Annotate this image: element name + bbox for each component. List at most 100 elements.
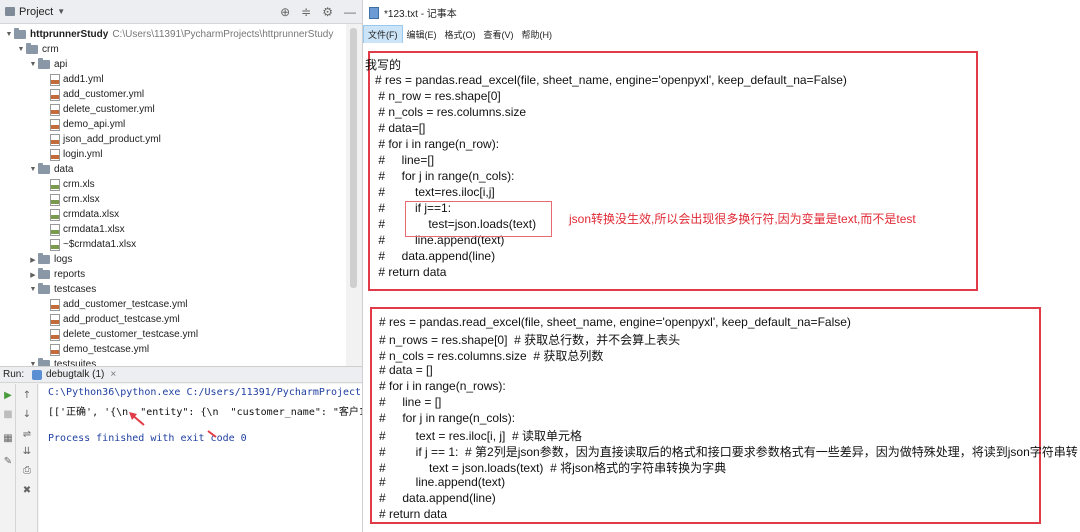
scroll-end-icon[interactable]: ⇊ — [22, 447, 32, 457]
down-arrow-icon[interactable]: ↓ — [22, 410, 32, 420]
tree-file[interactable]: demo_testcase.yml — [50, 342, 149, 357]
gear-icon[interactable]: ⚙ — [322, 5, 333, 19]
folder-icon — [14, 28, 26, 39]
tree-file[interactable]: delete_customer.yml — [50, 102, 155, 117]
chevron-right-icon[interactable]: ▶ — [28, 271, 38, 279]
yaml-file-icon — [50, 103, 60, 116]
play-icon[interactable]: ▶ — [3, 391, 13, 401]
project-tree: ▼ httprunnerStudy C:\Users\11391\PycharmPr… — [0, 24, 346, 366]
code-line: # data=[] — [375, 121, 426, 135]
tree-file[interactable]: crmdata.xlsx — [50, 207, 119, 222]
code-line: # n_rows = res.shape[0] # 获取总行数，并不会算上表头 — [379, 333, 681, 347]
tree-item-label: add1.yml — [63, 74, 104, 85]
collapse-icon[interactable]: ≑ — [301, 5, 311, 19]
tree-file[interactable]: demo_api.yml — [50, 117, 125, 132]
tree-item-label: demo_testcase.yml — [63, 344, 150, 355]
tree-file[interactable]: crmdata1.xlsx — [50, 222, 125, 237]
tree-item-label: json_add_product.yml — [63, 134, 161, 145]
tree-file[interactable]: add1.yml — [50, 72, 104, 87]
up-arrow-icon[interactable]: ↑ — [22, 391, 32, 401]
run-tab[interactable]: debugtalk (1) — [46, 369, 104, 380]
code-line: # data = [] — [379, 363, 433, 377]
tree-item-label: demo_api.yml — [63, 119, 126, 130]
tree-file[interactable]: add_customer.yml — [50, 87, 144, 102]
chevron-down-icon[interactable]: ▼ — [28, 61, 38, 68]
console-line: C:\Python36\python.exe C:/Users/11391/Py… — [48, 387, 362, 398]
yaml-file-icon — [50, 328, 60, 341]
hide-icon[interactable]: — — [344, 5, 356, 19]
tree-file[interactable]: ~$crmdata1.xlsx — [50, 237, 136, 252]
tree-file[interactable]: login.yml — [50, 147, 102, 162]
chevron-right-icon[interactable]: ▶ — [28, 256, 38, 264]
project-toolbar: Project ▼ ⊕ ≑ ⚙ — — [0, 0, 362, 24]
code-line: # line = [] — [379, 395, 442, 409]
menu-file[interactable]: 文件(F) — [363, 24, 403, 44]
tree-file[interactable]: add_product_testcase.yml — [50, 312, 180, 327]
tree-file[interactable]: json_add_product.yml — [50, 132, 161, 147]
menu-view[interactable]: 查看(V) — [480, 26, 518, 43]
menu-bar: 文件(F) 编辑(E) 格式(O) 查看(V) 帮助(H) — [363, 24, 1080, 44]
excel-file-icon — [50, 208, 60, 221]
excel-file-icon — [50, 193, 60, 206]
ide-window: Project ▼ ⊕ ≑ ⚙ — ▼ httprunnerStudy C:\Use… — [0, 0, 362, 532]
stop-icon[interactable]: ■ — [3, 410, 13, 420]
tree-item-label: login.yml — [63, 149, 103, 160]
tree-folder[interactable]: ▼ testcases — [28, 282, 96, 297]
tree-file[interactable]: crm.xls — [50, 177, 95, 192]
code-line: # for j in range(n_cols): — [375, 169, 515, 183]
tree-item-label: httprunnerStudy — [30, 29, 109, 40]
yaml-file-icon — [50, 118, 60, 131]
yaml-file-icon — [50, 133, 60, 146]
tree-file[interactable]: delete_customer_testcase.yml — [50, 327, 198, 342]
tree-folder[interactable]: ▼ crm — [16, 42, 59, 57]
code-line: # return data — [375, 265, 447, 279]
python-icon — [32, 369, 42, 380]
run-gutter-right: ↑ ↓ ⇌ ⇊ ⎙ ✖ — [16, 384, 38, 532]
trash-icon[interactable]: ✖ — [22, 486, 32, 496]
tree-item-label: add_customer_testcase.yml — [63, 299, 188, 310]
tree-folder[interactable]: ▶ reports — [28, 267, 85, 282]
highlight-box — [405, 201, 552, 237]
chevron-down-icon[interactable]: ▼ — [16, 46, 26, 53]
chevron-down-icon[interactable]: ▼ — [57, 7, 65, 16]
run-gutter-left: ▶ ■ ▦ ✎ — [0, 384, 16, 532]
yaml-file-icon — [50, 148, 60, 161]
code-line: # for i in range(n_row): — [375, 137, 500, 151]
tree-item-label: add_product_testcase.yml — [63, 314, 180, 325]
tree-item-label: crmdata.xlsx — [63, 209, 120, 220]
tree-folder[interactable]: ▶ logs — [28, 252, 72, 267]
tree-item-label: delete_customer_testcase.yml — [63, 329, 199, 340]
menu-format[interactable]: 格式(O) — [441, 26, 480, 43]
folder-icon — [38, 253, 50, 264]
soft-wrap-icon[interactable]: ⇌ — [22, 430, 32, 440]
tree-folder[interactable]: ▼ api — [28, 57, 67, 72]
scrollbar-thumb[interactable] — [350, 28, 357, 288]
tree-folder[interactable]: ▼ testsuites — [28, 357, 96, 366]
console-line: [['正确', '{\n "entity": {\n "customer_nam… — [48, 407, 362, 418]
tree-file[interactable]: crm.xlsx — [50, 192, 100, 207]
yaml-file-icon — [50, 298, 60, 311]
text-area[interactable]: 我写的 # res = pandas.read_excel(file, shee… — [363, 43, 1080, 532]
tree-scrollbar[interactable] — [346, 24, 362, 366]
chevron-down-icon[interactable]: ▼ — [28, 166, 38, 173]
folder-icon — [38, 268, 50, 279]
pin-icon[interactable]: ✎ — [3, 457, 13, 467]
menu-help[interactable]: 帮助(H) — [518, 26, 557, 43]
layout-icon[interactable]: ▦ — [3, 434, 13, 444]
tree-file[interactable]: add_customer_testcase.yml — [50, 297, 188, 312]
project-title[interactable]: Project — [19, 6, 53, 18]
run-console[interactable]: C:\Python36\python.exe C:/Users/11391/Py… — [39, 384, 362, 532]
chevron-down-icon[interactable]: ▼ — [4, 31, 14, 38]
tree-item-label: crm.xls — [63, 179, 95, 190]
code-line: # if j == 1: # 第2列是json参数，因为直接读取后的格式和接口要… — [379, 445, 1078, 459]
print-icon[interactable]: ⎙ — [22, 466, 32, 476]
tree-item-label: testcases — [54, 284, 97, 295]
project-icon — [5, 7, 15, 16]
code-line: # text = json.loads(text) # 将json格式的字符串转… — [379, 461, 727, 475]
menu-edit[interactable]: 编辑(E) — [403, 26, 441, 43]
locate-icon[interactable]: ⊕ — [280, 5, 290, 19]
tree-folder[interactable]: ▼ data — [28, 162, 73, 177]
chevron-down-icon[interactable]: ▼ — [28, 286, 38, 293]
tree-folder[interactable]: ▼ httprunnerStudy C:\Users\11391\PycharmPr… — [4, 27, 333, 42]
close-icon[interactable]: × — [110, 369, 116, 380]
